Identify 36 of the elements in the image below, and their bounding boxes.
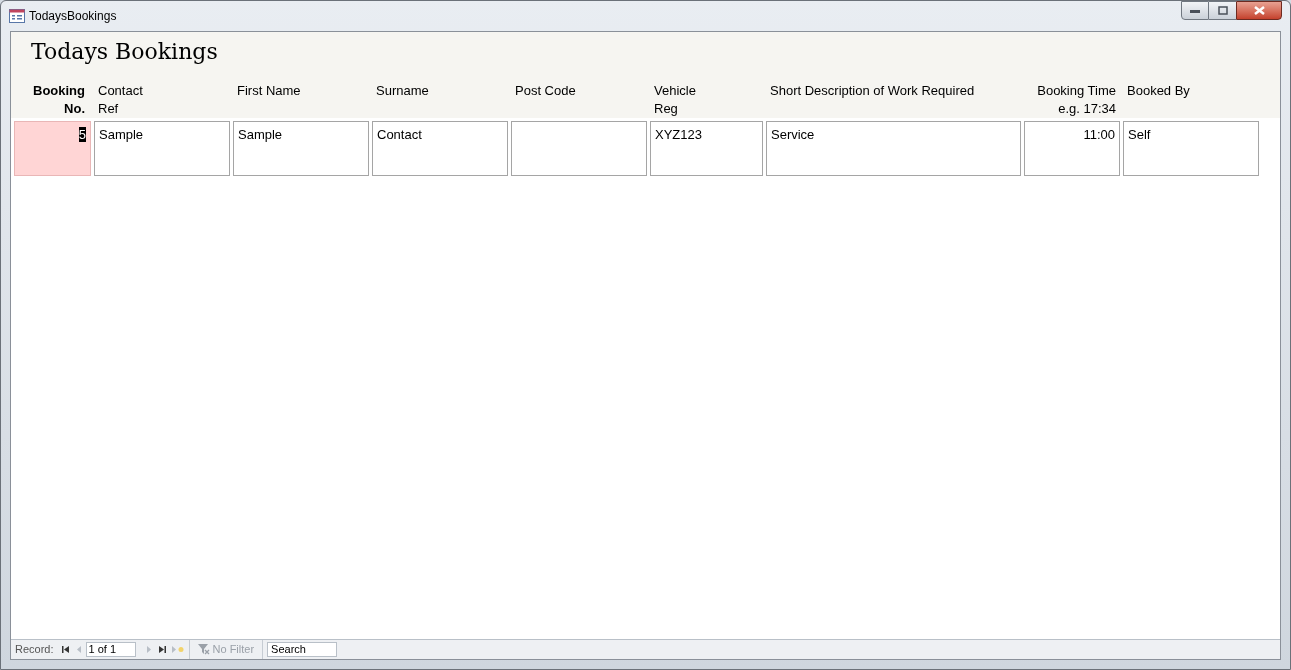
record-label: Record: (14, 642, 55, 658)
form-icon (9, 9, 25, 23)
field-box[interactable]: 5 (14, 121, 91, 176)
last-record-icon (159, 646, 167, 653)
close-button[interactable] (1236, 1, 1282, 20)
column-heading: Post Code (514, 82, 577, 100)
field-box[interactable]: XYZ123 (650, 121, 763, 176)
new-record-icon (171, 646, 184, 653)
maximize-icon (1217, 6, 1228, 15)
column-heading: Contact Ref (97, 82, 144, 118)
field-box[interactable]: Sample (233, 121, 369, 176)
next-record-icon (146, 646, 151, 653)
column-heading: Surname (375, 82, 430, 100)
maximize-button[interactable] (1209, 1, 1236, 20)
field-box[interactable]: Contact (372, 121, 508, 176)
column-heading: Booking Time e.g. 17:34 (1036, 82, 1117, 118)
field-box[interactable] (511, 121, 647, 176)
filter-icon (197, 644, 210, 655)
minimize-button[interactable] (1181, 1, 1209, 20)
field-box[interactable]: Sample (94, 121, 230, 176)
column-heading: Vehicle Reg (653, 82, 697, 118)
window-title: TodaysBookings (29, 8, 117, 25)
form-title: Todays Bookings (30, 38, 219, 66)
column-heading: Booked By (1126, 82, 1191, 100)
close-icon (1253, 6, 1265, 15)
search-field[interactable]: Search (267, 642, 338, 657)
first-record-icon (62, 646, 70, 653)
column-heading: Booking No. (32, 82, 86, 118)
previous-record-icon (76, 646, 81, 653)
column-heading: Short Description of Work Required (769, 82, 976, 100)
column-heading: First Name (236, 82, 302, 100)
field-box[interactable]: Self (1123, 121, 1259, 176)
current-record-field[interactable]: 1 of 1 (85, 642, 136, 657)
minimize-icon (1190, 8, 1200, 13)
field-box[interactable]: Service (766, 121, 1021, 176)
field-box[interactable]: 11:00 (1024, 121, 1120, 176)
